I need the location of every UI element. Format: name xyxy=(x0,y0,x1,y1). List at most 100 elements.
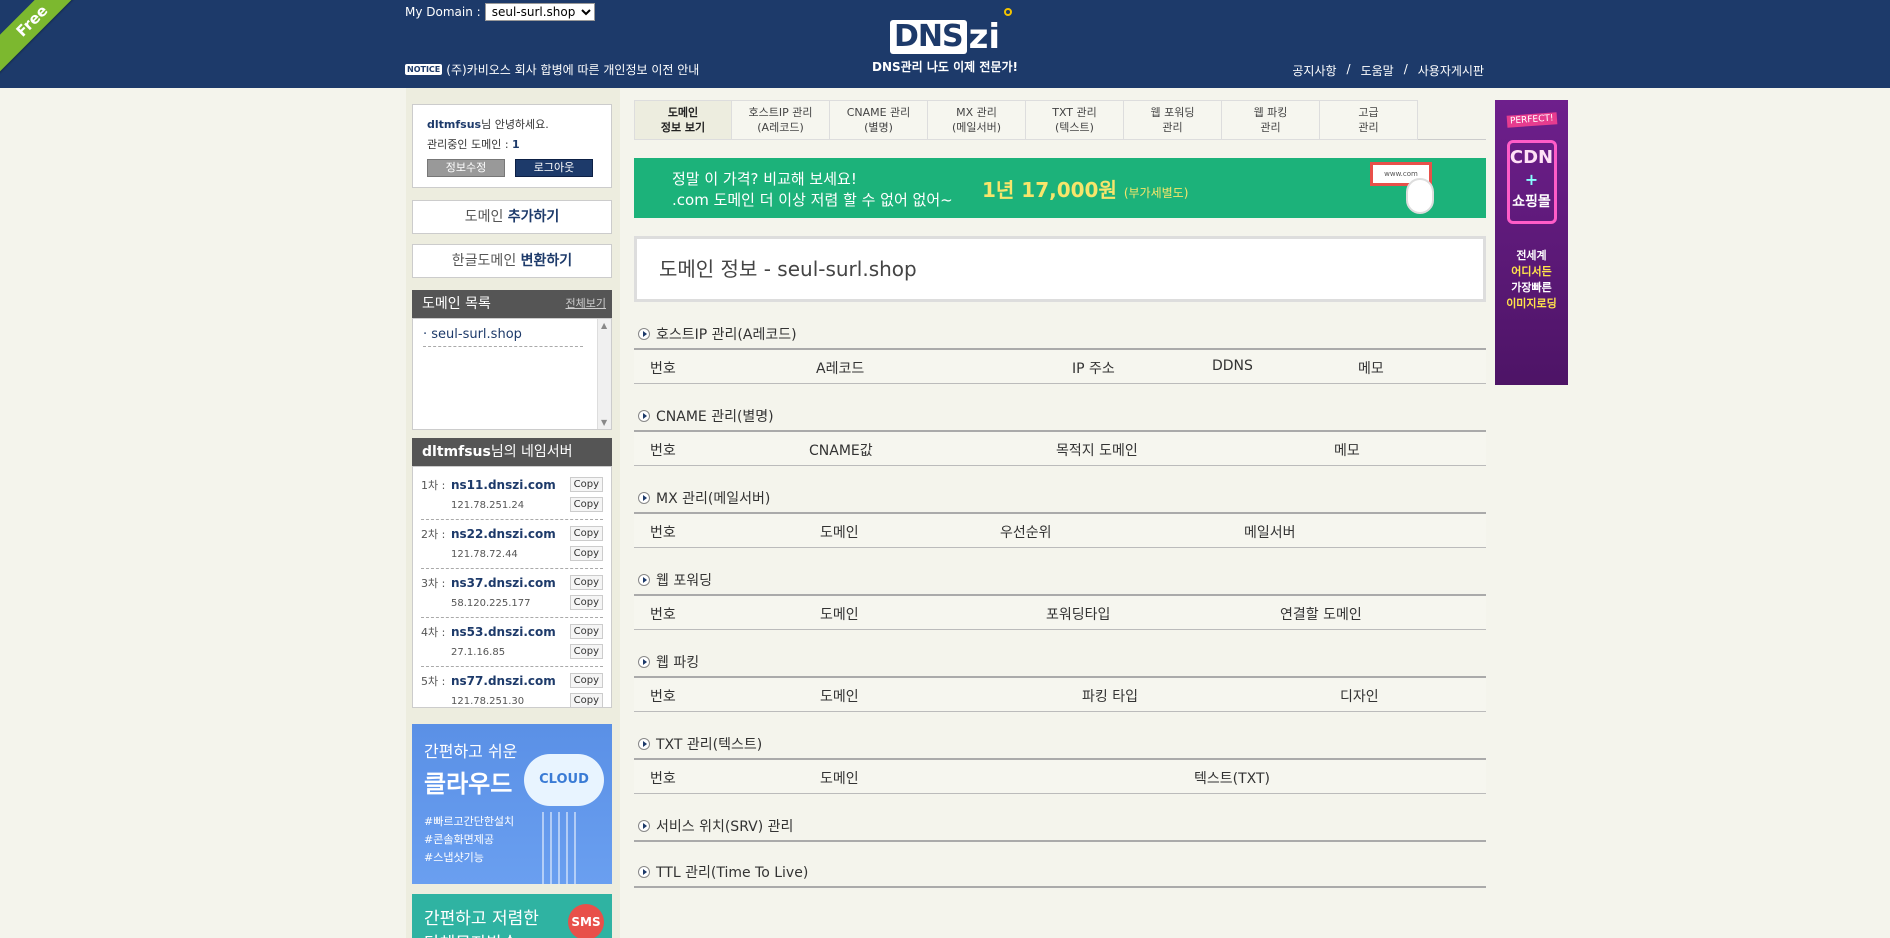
managed-count: 1 xyxy=(512,138,520,151)
copy-ip-button[interactable]: Copy xyxy=(569,595,603,610)
cdn-ad-desc-line: 전세계 xyxy=(1516,249,1547,262)
tab-txt[interactable]: TXT 관리 (텍스트) xyxy=(1026,100,1124,140)
column-header: 메일서버 xyxy=(1244,525,1296,541)
section-title: TTL 관리(Time To Live) xyxy=(656,865,809,881)
banner-line1: 정말 이 가격? 비교해 보세요! xyxy=(672,170,857,188)
table-header: 번호 A레코드 IP 주소 DDNS 메모 xyxy=(634,348,1486,384)
nav-sep: / xyxy=(1346,62,1351,76)
add-domain-pre: 도메인 xyxy=(464,209,504,225)
sms-badge-icon: SMS xyxy=(568,904,604,938)
ns-ip: 121.78.251.30 xyxy=(451,695,525,707)
ns-title-suffix: 님의 네임서버 xyxy=(490,444,573,460)
ns-num: 1차 : xyxy=(421,479,446,492)
nav-notice[interactable]: 공지사항 xyxy=(1292,62,1336,79)
logo-dot-icon xyxy=(1004,8,1013,16)
copy-ip-button[interactable]: Copy xyxy=(569,546,603,561)
notice-text[interactable]: (주)카비오스 회사 합병에 따른 개인정보 이전 안내 xyxy=(446,61,699,78)
tab-line1: 호스트IP 관리 xyxy=(748,106,813,119)
scroll-up-icon[interactable]: ▲ xyxy=(601,321,607,330)
column-header: 포워딩타입 xyxy=(1046,607,1111,623)
arrow-right-icon xyxy=(638,410,650,422)
section-txt: TXT 관리(텍스트) 번호 도메인 텍스트(TXT) xyxy=(634,734,1486,794)
ns-name: ns11.dnszi.com xyxy=(451,478,556,492)
nav-board[interactable]: 사용자게시판 xyxy=(1418,62,1484,79)
ns-name: ns53.dnszi.com xyxy=(451,625,556,639)
nav-help[interactable]: 도움말 xyxy=(1361,62,1394,79)
ns-name: ns37.dnszi.com xyxy=(451,576,556,590)
cdn-ad-plus: + xyxy=(1524,170,1539,189)
column-header: 디자인 xyxy=(1340,689,1379,705)
copy-ip-button[interactable]: Copy xyxy=(569,644,603,659)
column-header: 연결할 도메인 xyxy=(1280,607,1362,623)
tab-host-ip[interactable]: 호스트IP 관리 (A레코드) xyxy=(732,100,830,140)
cdn-ad-cdn: CDN xyxy=(1509,147,1554,168)
cloud-lines-icon xyxy=(542,812,582,884)
section-divider xyxy=(634,886,1486,888)
copy-ip-button[interactable]: Copy xyxy=(569,497,603,512)
managed-label: 관리중인 도메인 : xyxy=(427,138,509,151)
ns-title-user: dltmfsus xyxy=(422,444,491,460)
tab-web-forwarding[interactable]: 웹 포워딩 관리 xyxy=(1124,100,1222,140)
mouse-icon xyxy=(1406,178,1434,214)
column-header: 번호 xyxy=(650,689,676,705)
column-header: 번호 xyxy=(650,771,676,787)
copy-ns-button[interactable]: Copy xyxy=(569,673,603,688)
view-all-link[interactable]: 전체보기 xyxy=(566,290,606,318)
ns-ip: 27.1.16.85 xyxy=(451,646,506,658)
cdn-ad-shop: 쇼핑몰 xyxy=(1512,194,1551,210)
tab-domain-info[interactable]: 도메인 정보 보기 xyxy=(634,100,732,140)
greeting: dltmfsus님 안녕하세요. xyxy=(427,115,597,135)
tab-advanced[interactable]: 고급 관리 xyxy=(1320,100,1418,140)
my-domain-select[interactable]: seul-surl.shop xyxy=(484,3,595,21)
copy-ns-button[interactable]: Copy xyxy=(569,624,603,639)
tab-line1: 도메인 xyxy=(667,106,699,119)
logout-button[interactable]: 로그아웃 xyxy=(515,159,593,177)
cdn-ad-desc-line: 어디서든 xyxy=(1511,265,1552,278)
ns-ip: 58.120.225.177 xyxy=(451,597,531,609)
cdn-ad-desc-line: 이미지로딩 xyxy=(1506,297,1557,310)
tab-web-parking[interactable]: 웹 파킹 관리 xyxy=(1222,100,1320,140)
section-host-ip: 호스트IP 관리(A레코드) 번호 A레코드 IP 주소 DDNS 메모 xyxy=(634,324,1486,384)
ns-num: 2차 : xyxy=(421,528,446,541)
my-domain-selector: My Domain : seul-surl.shop xyxy=(405,3,595,21)
section-title: 서비스 위치(SRV) 관리 xyxy=(656,819,794,835)
add-domain-button[interactable]: 도메인 추가하기 xyxy=(412,200,612,234)
tab-line2: (별명) xyxy=(864,121,893,134)
dnszi-logo[interactable]: DNS zi DNS관리 나도 이제 전문가! xyxy=(870,8,1020,76)
login-box: dltmfsus님 안녕하세요. 관리중인 도메인 : 1 정보수정 로그아웃 xyxy=(412,104,612,188)
cdn-ad-banner[interactable]: PERFECT! CDN + 쇼핑몰 전세계 어디서든 가장빠른 이미지로딩 xyxy=(1495,100,1568,385)
edit-info-button[interactable]: 정보수정 xyxy=(427,159,505,177)
copy-ns-button[interactable]: Copy xyxy=(569,526,603,541)
section-cname: CNAME 관리(별명) 번호 CNAME값 목적지 도메인 메모 xyxy=(634,406,1486,466)
copy-ns-button[interactable]: Copy xyxy=(569,477,603,492)
scroll-down-icon[interactable]: ▼ xyxy=(601,418,607,427)
tab-bar: 도메인 정보 보기 호스트IP 관리 (A레코드) CNAME 관리 (별명) MX … xyxy=(634,100,1486,140)
arrow-right-icon xyxy=(638,574,650,586)
notice-link[interactable]: NOTICE (주)카비오스 회사 합병에 따른 개인정보 이전 안내 xyxy=(405,61,699,78)
column-header: IP 주소 xyxy=(1072,361,1115,377)
logo-zi: zi xyxy=(968,8,1013,57)
section-title: 웹 포워딩 xyxy=(656,573,712,589)
domain-list-scrollbar[interactable]: ▲ ▼ xyxy=(597,319,611,429)
convert-hangul-domain-button[interactable]: 한글도메인 변환하기 xyxy=(412,244,612,278)
tab-line1: 웹 포워딩 xyxy=(1150,106,1195,119)
nameserver-title: dltmfsus님의 네임서버 xyxy=(412,438,612,466)
promo-banner[interactable]: 정말 이 가격? 비교해 보세요! .com 도메인 더 이상 저렴 할 수 없… xyxy=(634,158,1486,218)
table-header: 번호 도메인 텍스트(TXT) xyxy=(634,758,1486,794)
copy-ns-button[interactable]: Copy xyxy=(569,575,603,590)
tab-line1: 고급 xyxy=(1358,106,1379,119)
free-ribbon: Free xyxy=(0,0,84,73)
tab-mx[interactable]: MX 관리 (메일서버) xyxy=(928,100,1026,140)
tab-line2: (A레코드) xyxy=(757,121,804,134)
domain-list-item[interactable]: · seul-surl.shop xyxy=(423,325,583,347)
sms-ad-banner[interactable]: 간편하고 저렴한 단체문자발송 SMS xyxy=(412,894,612,938)
copy-ip-button[interactable]: Copy xyxy=(569,693,603,708)
nameserver-row: 4차 : ns53.dnszi.com Copy 27.1.16.85 Copy xyxy=(421,618,603,667)
tab-cname[interactable]: CNAME 관리 (별명) xyxy=(830,100,928,140)
logo-zi-text: zi xyxy=(968,17,1001,57)
arrow-right-icon xyxy=(638,328,650,340)
cloud-icon: CLOUD xyxy=(524,754,604,806)
cloud-ad-banner[interactable]: 간편하고 쉬운 클라우드 #빠르고간단한설치 #콘솔화면제공 #스냅샷기능 CL… xyxy=(412,724,612,884)
tab-line2: (텍스트) xyxy=(1055,121,1094,134)
nameserver-row: 3차 : ns37.dnszi.com Copy 58.120.225.177 Cop… xyxy=(421,569,603,618)
